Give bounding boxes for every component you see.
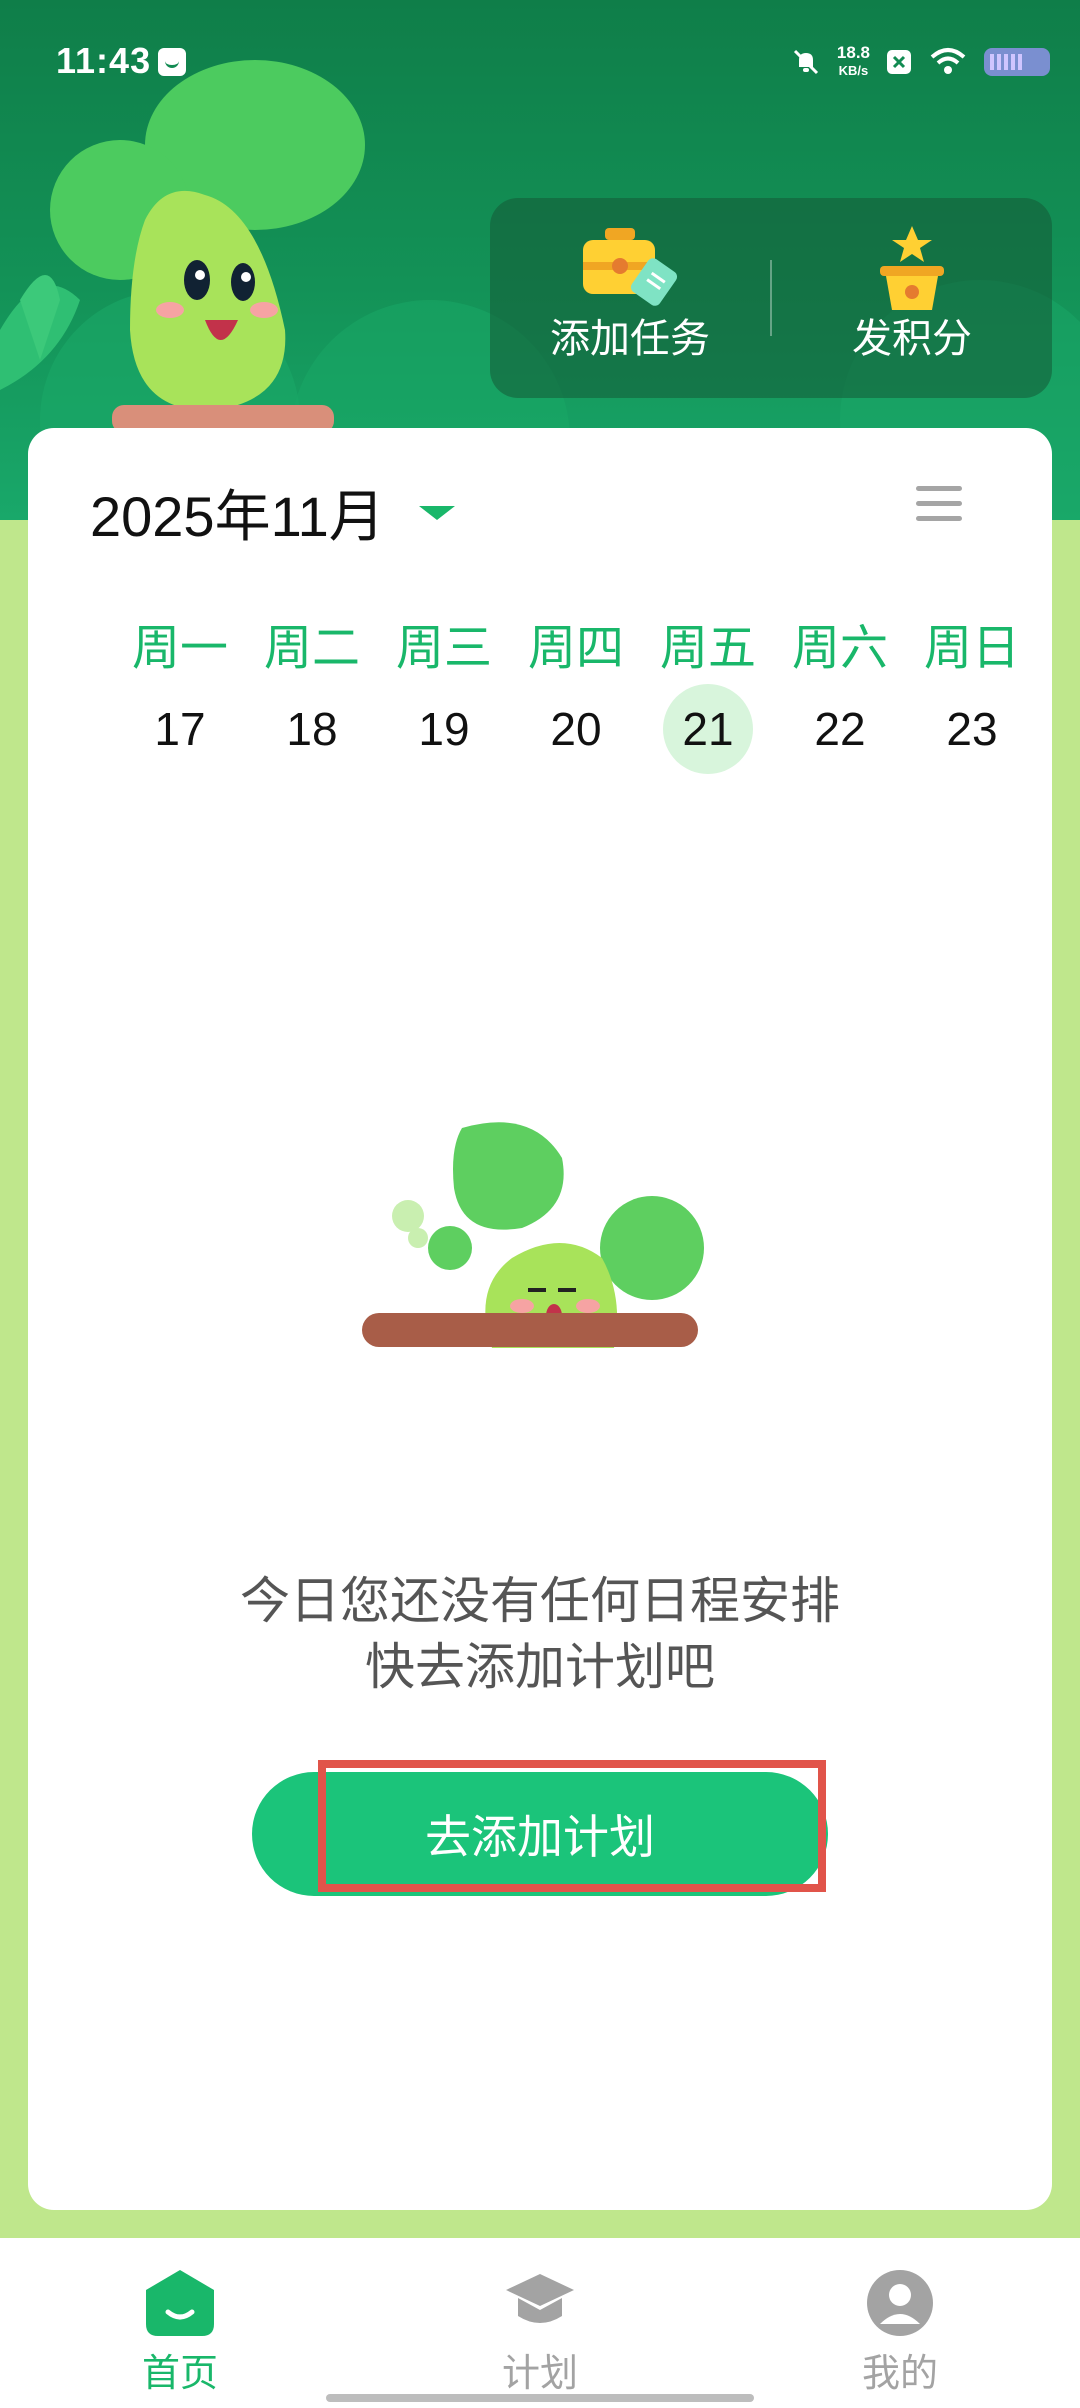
bottom-nav: 首页 计划 我的 <box>0 2238 1080 2408</box>
nav-profile[interactable]: 我的 <box>720 2238 1080 2408</box>
battery-icon <box>984 48 1050 76</box>
weekday-label: 周四 <box>527 622 624 675</box>
nav-plan[interactable]: 计划 <box>360 2238 720 2408</box>
x-icon <box>887 50 911 74</box>
nav-profile-label: 我的 <box>861 2353 938 2395</box>
bell-off-icon <box>793 49 818 75</box>
date-cell[interactable]: 20 <box>510 684 642 774</box>
weekday-label: 周五 <box>659 622 756 675</box>
weekday-row: 周一 周二 周三 周四 周五 周六 周日 <box>114 614 1044 684</box>
home-icon <box>146 2270 214 2336</box>
empty-state-line1: 今日您还没有任何日程安排 <box>240 1573 840 1629</box>
weekday-label: 周三 <box>395 622 492 675</box>
week-strip: 周一 周二 周三 周四 周五 周六 周日 17 18 19 20 21 22 2… <box>114 614 1044 774</box>
month-label: 2025年11月 <box>90 485 385 548</box>
add-plan-cta: 去添加计划 <box>252 1760 828 1896</box>
header-actions-panel: 添加任务 发积分 <box>490 198 1052 398</box>
status-time: 11:43 <box>56 40 152 81</box>
empty-state-line2: 快去添加计划吧 <box>365 1639 715 1695</box>
status-icons: 18.8 KB/s <box>791 42 1050 82</box>
nav-home-label: 首页 <box>141 2353 218 2395</box>
wifi-icon <box>930 48 966 74</box>
home-indicator <box>326 2394 754 2402</box>
date-cell[interactable]: 17 <box>114 684 246 774</box>
menu-icon[interactable] <box>916 486 962 522</box>
date-cell[interactable]: 22 <box>774 684 906 774</box>
status-bar: 11:43 18.8 KB/s <box>0 0 1080 120</box>
date-row: 17 18 19 20 21 22 23 <box>114 684 1044 774</box>
add-task-button[interactable]: 添加任务 <box>490 198 770 398</box>
weekday-label: 周日 <box>923 622 1020 675</box>
weekday-label: 周二 <box>263 622 360 675</box>
weekday-label: 周六 <box>791 622 888 675</box>
message-icon <box>158 48 186 76</box>
profile-icon <box>867 2270 933 2336</box>
task-box-icon <box>583 228 678 306</box>
award-points-button[interactable]: 发积分 <box>772 198 1052 398</box>
date-cell[interactable]: 18 <box>246 684 378 774</box>
date-cell-selected[interactable]: 21 <box>642 684 774 774</box>
net-speed-unit: KB/s <box>838 63 869 78</box>
net-speed-value: 18.8 <box>836 43 870 62</box>
points-hat-icon <box>880 226 944 310</box>
nav-home[interactable]: 首页 <box>0 2238 360 2408</box>
graduation-cap-icon <box>506 2274 574 2323</box>
add-plan-button[interactable]: 去添加计划 <box>252 1772 828 1896</box>
caret-down-icon <box>418 505 455 520</box>
weekday-label: 周一 <box>131 622 228 675</box>
empty-state-illustration <box>362 1122 704 1348</box>
nav-plan-label: 计划 <box>501 2353 578 2395</box>
net-speed: 18.8 KB/s <box>837 44 870 80</box>
month-selector[interactable]: 2025年11月 <box>90 472 455 553</box>
date-cell[interactable]: 23 <box>906 684 1038 774</box>
date-cell[interactable]: 19 <box>378 684 510 774</box>
schedule-card: 2025年11月 周一 周二 周三 周四 周五 周六 周日 17 18 19 2… <box>28 428 1052 2210</box>
